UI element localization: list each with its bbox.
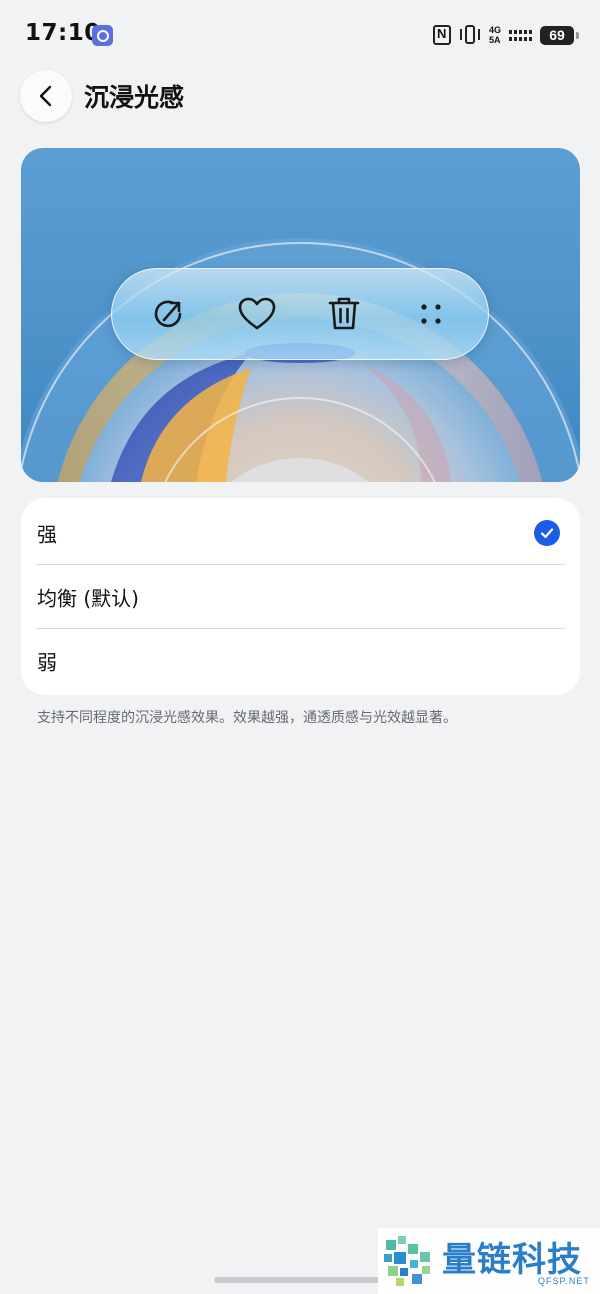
nfc-icon (432, 25, 451, 45)
status-indicators: 4G 5A 69 (432, 24, 579, 46)
network-type-bottom: 5A (488, 35, 501, 45)
watermark-url: QFSP.NET (538, 1276, 590, 1286)
notification-app-icon (92, 25, 113, 46)
battery-icon: 69 (540, 25, 579, 45)
intensity-options: 强 均衡 (默认) 弱 (21, 498, 580, 695)
watermark-text: 量链科技 (442, 1240, 582, 1280)
network-type-top: 4G (488, 25, 501, 35)
option-label: 强 (37, 522, 57, 547)
page-title: 沉浸光感 (84, 83, 185, 112)
share-icon[interactable] (146, 290, 194, 338)
watermark-logo (384, 1236, 430, 1286)
effect-preview (21, 148, 580, 482)
home-indicator[interactable] (214, 1277, 384, 1283)
heart-icon[interactable] (233, 290, 281, 338)
back-button[interactable] (20, 70, 72, 122)
option-balanced[interactable]: 均衡 (默认) (36, 565, 565, 629)
watermark: 量链科技 QFSP.NET (378, 1228, 600, 1294)
chevron-left-icon (39, 85, 52, 107)
option-strong[interactable]: 强 (36, 501, 565, 565)
option-weak[interactable]: 弱 (36, 629, 565, 693)
trash-icon[interactable] (320, 290, 368, 338)
network-type: 4G 5A (489, 25, 501, 45)
option-label: 弱 (37, 650, 57, 675)
signal-icon (509, 29, 532, 41)
option-label: 均衡 (默认) (37, 586, 139, 611)
more-icon[interactable] (407, 290, 455, 338)
status-time: 17:10 (25, 20, 101, 46)
vibrate-icon (459, 24, 481, 46)
description-text: 支持不同程度的沉浸光感效果。效果越强，通透质感与光效越显著。 (37, 710, 457, 726)
status-bar: 17:10 4G 5A 69 (0, 0, 600, 70)
check-icon (534, 520, 560, 546)
floating-toolbar (111, 268, 489, 360)
